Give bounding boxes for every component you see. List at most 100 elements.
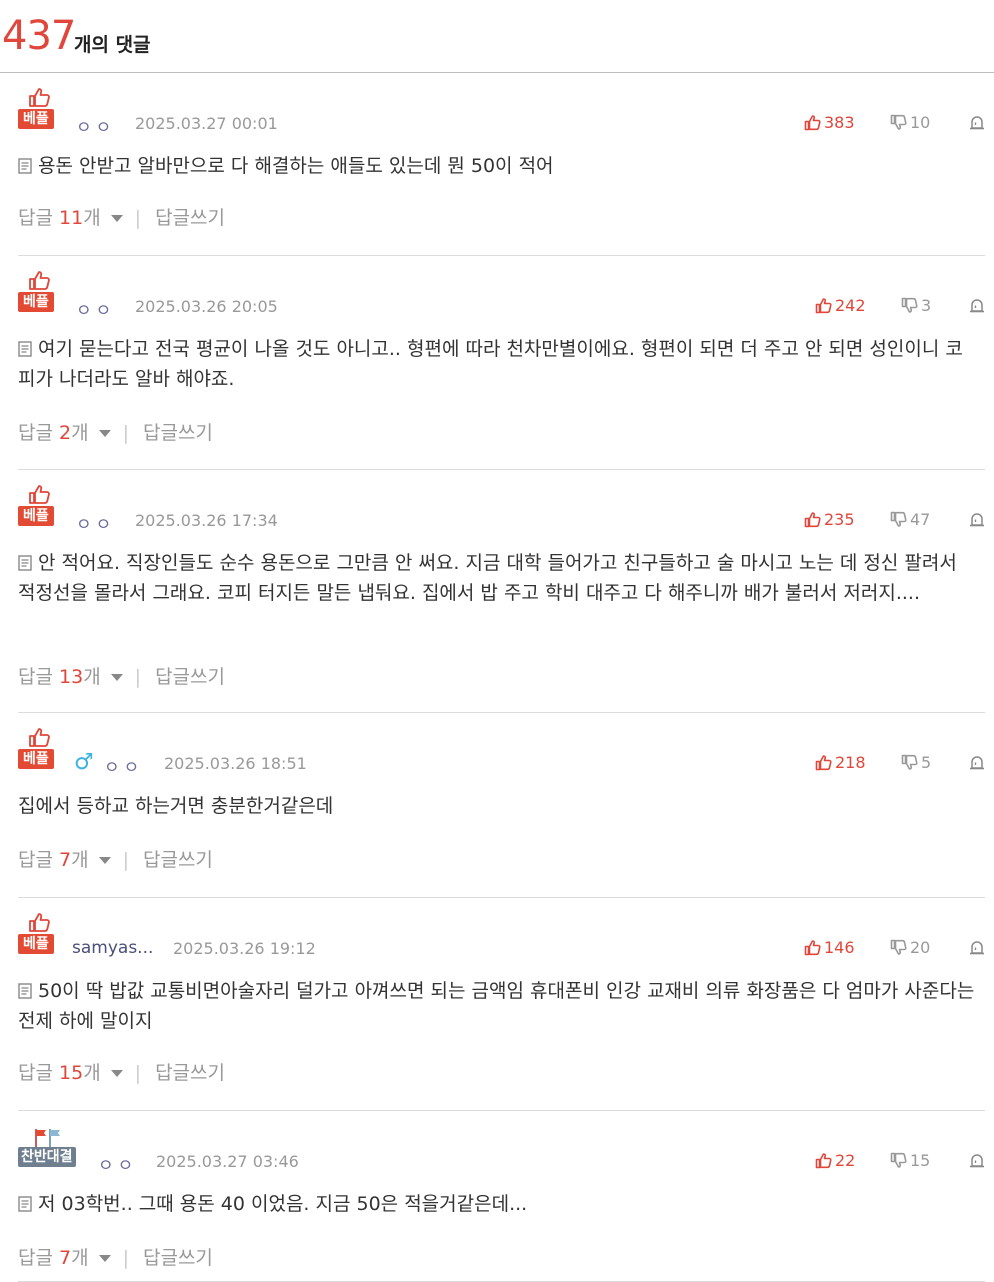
author-nickname[interactable]: ㅇㅇ <box>104 753 143 778</box>
reply-unit: 개 <box>71 849 89 871</box>
report-icon[interactable] <box>969 114 985 134</box>
reply-toggle[interactable]: 답글 11개 <box>18 207 135 229</box>
dislike-icon <box>890 938 910 957</box>
write-reply-link[interactable]: 답글쓰기 <box>143 422 213 444</box>
badge-label: 베플 <box>18 506 54 526</box>
like-icon <box>815 1151 835 1170</box>
thumbs-up-badge-icon <box>28 727 50 747</box>
like-icon <box>815 753 835 772</box>
reply-unit: 개 <box>71 422 89 444</box>
comment-text: 여기 묻는다고 전국 평균이 나올 것도 아니고.. 형편에 따라 천차만별이에… <box>18 338 963 390</box>
like-count: 22 <box>835 1151 856 1170</box>
male-gender-icon: ♂ <box>74 750 94 775</box>
caret-down-icon <box>110 674 123 681</box>
reply-count: 7 <box>59 1247 72 1269</box>
comment-date: 2025.03.26 17:34 <box>135 511 278 530</box>
reply-bar: 답글 7개 | 답글쓰기 <box>18 845 213 872</box>
reply-label: 답글 <box>18 1247 59 1269</box>
dislike-count: 15 <box>910 1151 931 1170</box>
reply-unit: 개 <box>83 1062 101 1084</box>
like-count: 218 <box>835 753 866 772</box>
write-reply-link[interactable]: 답글쓰기 <box>155 1062 225 1084</box>
dislike-button[interactable]: 5 <box>901 753 931 772</box>
caret-down-icon <box>98 430 111 437</box>
comment-text: 저 03학번.. 그때 용돈 40 이었음. 지금 50은 적을거같은데... <box>38 1193 528 1215</box>
divider: | <box>122 422 129 444</box>
like-button[interactable]: 235 <box>804 510 855 529</box>
like-button[interactable]: 242 <box>815 296 866 315</box>
document-icon <box>18 550 32 571</box>
reply-bar: 답글 2개 | 답글쓰기 <box>18 418 213 445</box>
write-reply-link[interactable]: 답글쓰기 <box>143 1247 213 1269</box>
author-nickname[interactable]: ㅇㅇ <box>76 296 115 321</box>
like-count: 242 <box>835 296 866 315</box>
like-button[interactable]: 22 <box>815 1151 855 1170</box>
like-button[interactable]: 218 <box>815 753 866 772</box>
reply-toggle[interactable]: 답글 13개 <box>18 666 135 688</box>
badge-label: 베플 <box>18 749 54 769</box>
comments-header: 437 개의 댓글 <box>0 0 994 73</box>
document-icon <box>18 978 32 999</box>
dislike-button[interactable]: 15 <box>890 1151 930 1170</box>
write-reply-link[interactable]: 답글쓰기 <box>155 207 225 229</box>
like-icon <box>815 296 835 315</box>
reply-bar: 답글 15개 | 답글쓰기 <box>18 1058 225 1085</box>
caret-down-icon <box>98 1255 111 1262</box>
report-icon[interactable] <box>969 939 985 959</box>
dislike-button[interactable]: 47 <box>890 510 930 529</box>
dislike-button[interactable]: 3 <box>901 296 931 315</box>
dislike-icon <box>890 1151 910 1170</box>
document-icon <box>18 153 32 174</box>
comment-item: 베플 ♂ ㅇㅇ 2025.03.26 18:51 218 5 집에서 등하교 하… <box>18 713 985 898</box>
like-button[interactable]: 383 <box>804 113 855 132</box>
thumbs-up-badge-icon <box>28 484 50 504</box>
reply-bar: 답글 7개 | 답글쓰기 <box>18 1243 213 1270</box>
reply-toggle[interactable]: 답글 7개 <box>18 849 123 871</box>
best-badge: 베플 <box>18 484 62 532</box>
report-icon[interactable] <box>969 297 985 317</box>
like-icon <box>804 510 824 529</box>
thumbs-up-badge-icon <box>28 912 50 932</box>
dislike-button[interactable]: 10 <box>890 113 930 132</box>
dislike-icon <box>890 510 910 529</box>
best-badge: 베플 <box>18 912 62 960</box>
report-icon[interactable] <box>969 754 985 774</box>
reply-toggle[interactable]: 답글 2개 <box>18 422 123 444</box>
like-icon <box>804 113 824 132</box>
write-reply-link[interactable]: 답글쓰기 <box>143 849 213 871</box>
write-reply-link[interactable]: 답글쓰기 <box>155 666 225 688</box>
caret-down-icon <box>110 215 123 222</box>
reply-count: 15 <box>59 1062 84 1084</box>
comment-body: 여기 묻는다고 전국 평균이 나올 것도 아니고.. 형편에 따라 천차만별이에… <box>18 334 977 394</box>
dislike-icon <box>901 296 921 315</box>
author-nickname[interactable]: ㅇㅇ <box>76 510 115 535</box>
best-badge: 찬반대결 <box>18 1125 76 1173</box>
dislike-count: 47 <box>910 510 931 529</box>
best-badge: 베플 <box>18 270 62 318</box>
like-icon <box>804 938 824 957</box>
reply-bar: 답글 13개 | 답글쓰기 <box>18 662 225 689</box>
caret-down-icon <box>98 857 111 864</box>
report-icon[interactable] <box>969 511 985 531</box>
comment-count-label: 개의 댓글 <box>74 34 151 56</box>
reply-count: 13 <box>59 666 84 688</box>
document-icon <box>18 1191 32 1212</box>
comment-item: 베플 ㅇㅇ 2025.03.27 00:01 383 10 용돈 안받고 알바만… <box>18 73 985 256</box>
dislike-button[interactable]: 20 <box>890 938 930 957</box>
reply-toggle[interactable]: 답글 15개 <box>18 1062 135 1084</box>
author-nickname[interactable]: ㅇㅇ <box>98 1151 137 1176</box>
reply-unit: 개 <box>71 1247 89 1269</box>
reply-toggle[interactable]: 답글 7개 <box>18 1247 123 1269</box>
author-nickname[interactable]: ㅇㅇ <box>76 113 115 138</box>
like-count: 383 <box>824 113 855 132</box>
author-nickname[interactable]: samyas... <box>72 938 153 958</box>
divider: | <box>122 1247 129 1269</box>
report-icon[interactable] <box>969 1152 985 1172</box>
reply-label: 답글 <box>18 849 59 871</box>
reply-count: 2 <box>59 422 72 444</box>
dislike-icon <box>890 113 910 132</box>
comment-body: 용돈 안받고 알바만으로 다 해결하는 애들도 있는데 뭔 50이 적어 <box>18 151 977 181</box>
like-button[interactable]: 146 <box>804 938 855 957</box>
comment-text: 용돈 안받고 알바만으로 다 해결하는 애들도 있는데 뭔 50이 적어 <box>38 155 554 177</box>
reply-label: 답글 <box>18 666 59 688</box>
